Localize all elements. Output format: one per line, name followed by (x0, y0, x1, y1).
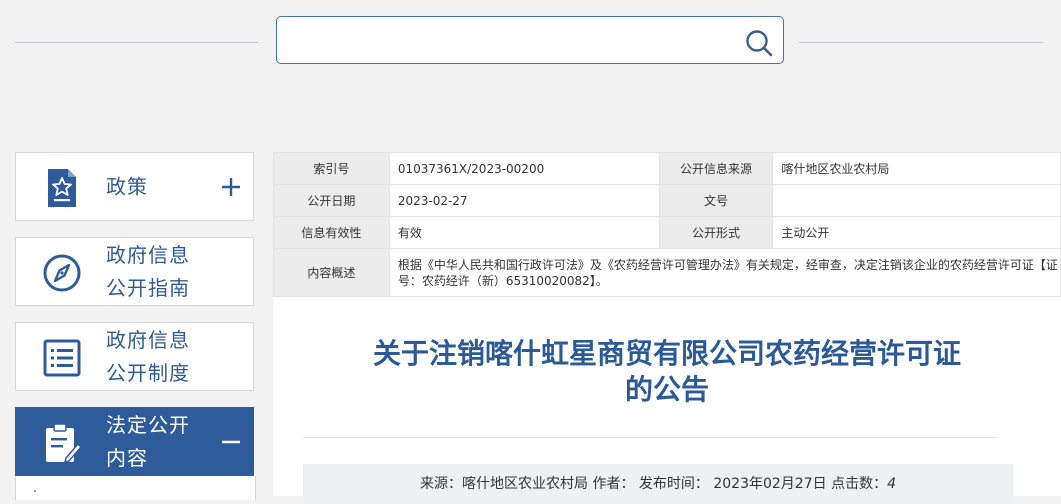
sidebar-item-label: 政策 (106, 174, 148, 198)
submenu-bullet (34, 490, 36, 492)
sidebar-item-statutory-content[interactable]: 法定公开 内容 (15, 407, 254, 476)
page-title: 关于注销喀什虹星商贸有限公司农药经营许可证 的公告 (372, 337, 961, 406)
article-clicks-count: 4 (887, 476, 896, 492)
list-icon (43, 339, 81, 377)
summary-label: 内容概述 (273, 248, 390, 297)
source-label: 公开信息来源 (658, 152, 774, 185)
sidebar-item-disclosure-guide[interactable]: 政府信息 公开指南 (15, 237, 254, 306)
validity-value: 有效 (388, 216, 660, 249)
summary-value: 根据《中华人民共和国行政许可法》及《农药经营许可管理办法》有关规定，经审查，决定… (388, 248, 1061, 297)
policy-document-star-icon (48, 169, 76, 207)
sidebar-item-label: 政府信息 公开制度 (106, 327, 190, 385)
sidebar-submenu (15, 476, 256, 500)
sidebar-item-disclosure-system[interactable]: 政府信息 公开制度 (15, 322, 254, 391)
date-label: 公开日期 (273, 184, 390, 217)
minus-icon[interactable] (221, 432, 241, 452)
title-divider (303, 437, 998, 438)
article-info-bar: 来源：喀什地区农业农村局 作者： 发布时间： 2023年02月27日 点击数：4 (303, 464, 1013, 504)
main-content: 索引号 01037361X/2023-00200 公开信息来源 喀什地区农业农村… (273, 152, 1061, 504)
table-row: 公开日期 2023-02-27 文号 (273, 184, 1061, 217)
validity-label: 信息有效性 (273, 216, 390, 249)
search-box (276, 16, 784, 64)
form-value: 主动公开 (772, 216, 1061, 249)
sidebar-item-policy[interactable]: 政策 (15, 152, 254, 221)
table-row: 索引号 01037361X/2023-00200 公开信息来源 喀什地区农业农村… (273, 152, 1061, 185)
source-value: 喀什地区农业农村局 (772, 152, 1061, 185)
form-label: 公开形式 (658, 216, 774, 249)
docno-label: 文号 (658, 184, 774, 217)
article-author: 作者： (592, 476, 635, 492)
article-source: 来源：喀什地区农业农村局 (420, 476, 588, 492)
docno-value (772, 184, 1061, 217)
compass-icon (43, 254, 81, 292)
plus-icon[interactable] (221, 177, 241, 197)
article-clicks-label: 点击数： (831, 476, 888, 492)
article-publish-time: 发布时间： 2023年02月27日 (638, 476, 827, 492)
header-divider-left (15, 42, 258, 43)
search-icon[interactable] (744, 28, 774, 58)
table-row: 信息有效性 有效 公开形式 主动公开 (273, 216, 1061, 249)
index-value: 01037361X/2023-00200 (388, 152, 660, 185)
clipboard-edit-icon (46, 423, 82, 464)
date-value: 2023-02-27 (388, 184, 660, 217)
header-divider-right (799, 42, 1043, 43)
sidebar-item-label: 政府信息 公开指南 (106, 242, 190, 300)
index-label: 索引号 (273, 152, 390, 185)
sidebar-item-label: 法定公开 内容 (106, 412, 190, 470)
table-row: 内容概述 根据《中华人民共和国行政许可法》及《农药经营许可管理办法》有关规定，经… (273, 248, 1061, 297)
search-input[interactable] (287, 25, 731, 57)
metadata-table: 索引号 01037361X/2023-00200 公开信息来源 喀什地区农业农村… (273, 152, 1061, 297)
